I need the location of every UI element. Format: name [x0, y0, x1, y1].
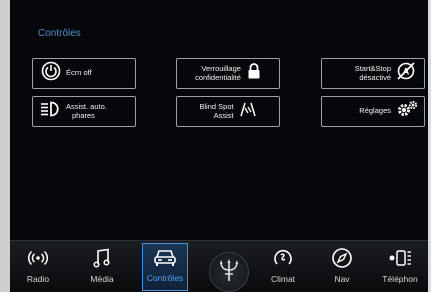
start-stop-button[interactable]: Start&Stop désactivé A [321, 58, 425, 89]
gears-icon [396, 100, 418, 123]
nav-media[interactable]: Média [79, 245, 125, 291]
nav-phone-label: Téléphon [382, 274, 418, 284]
nav-media-label: Média [90, 274, 114, 284]
blind-spot-icon [239, 101, 257, 122]
auto-headlight-label-line2: phares [72, 110, 95, 120]
nav-navigation-label: Nav [334, 274, 350, 284]
auto-headlight-label: Assist. auto. phares [66, 102, 107, 120]
radio-icon [27, 245, 49, 271]
blind-spot-label: Blind Spot Assist [199, 102, 234, 120]
power-icon [41, 61, 61, 86]
settings-label: Réglages [359, 106, 391, 116]
start-stop-off-icon: A [396, 61, 416, 86]
privacy-lock-button[interactable]: Verrouillage confidentialité [176, 58, 280, 89]
nav-controls-label: Contrôles [146, 273, 184, 283]
home-trident-button[interactable] [209, 252, 249, 292]
nav-navigation[interactable]: Nav [319, 245, 365, 291]
auto-headlight-label-line1: Assist. auto. [66, 102, 107, 111]
page-title: Contrôles [38, 28, 81, 39]
blind-spot-label-line2: Assist [213, 110, 234, 120]
screen-off-button[interactable]: Écrn off [32, 58, 136, 89]
nav-climate[interactable]: Climat [260, 245, 306, 291]
phone-icon [388, 245, 412, 271]
trident-logo-icon [218, 257, 240, 288]
controls-screen: Contrôles Écrn off Verrouillage confiden… [10, 0, 428, 292]
climate-icon [272, 245, 294, 271]
lock-icon [247, 63, 261, 84]
nav-radio-label: Radio [26, 274, 50, 284]
auto-headlight-assist-button[interactable]: Assist. auto. phares [32, 96, 136, 127]
nav-climate-label: Climat [270, 274, 296, 284]
blind-spot-assist-button[interactable]: Blind Spot Assist [176, 96, 280, 127]
car-icon [153, 244, 177, 270]
music-note-icon [93, 245, 111, 271]
start-stop-label: Start&Stop désactivé [355, 64, 391, 82]
screen-off-label: Écrn off [66, 68, 92, 78]
nav-controls[interactable]: Contrôles [142, 243, 188, 291]
compass-icon [331, 245, 353, 271]
headlight-icon [40, 101, 62, 122]
nav-radio[interactable]: Radio [15, 245, 61, 291]
privacy-lock-label: Verrouillage confidentialité [195, 64, 241, 82]
start-stop-label-line2: désactivé [359, 72, 391, 82]
privacy-lock-label-line2: confidentialité [195, 72, 241, 82]
settings-button[interactable]: Réglages [321, 96, 425, 127]
display-bezel [0, 0, 10, 292]
nav-phone[interactable]: Téléphon [377, 245, 423, 291]
